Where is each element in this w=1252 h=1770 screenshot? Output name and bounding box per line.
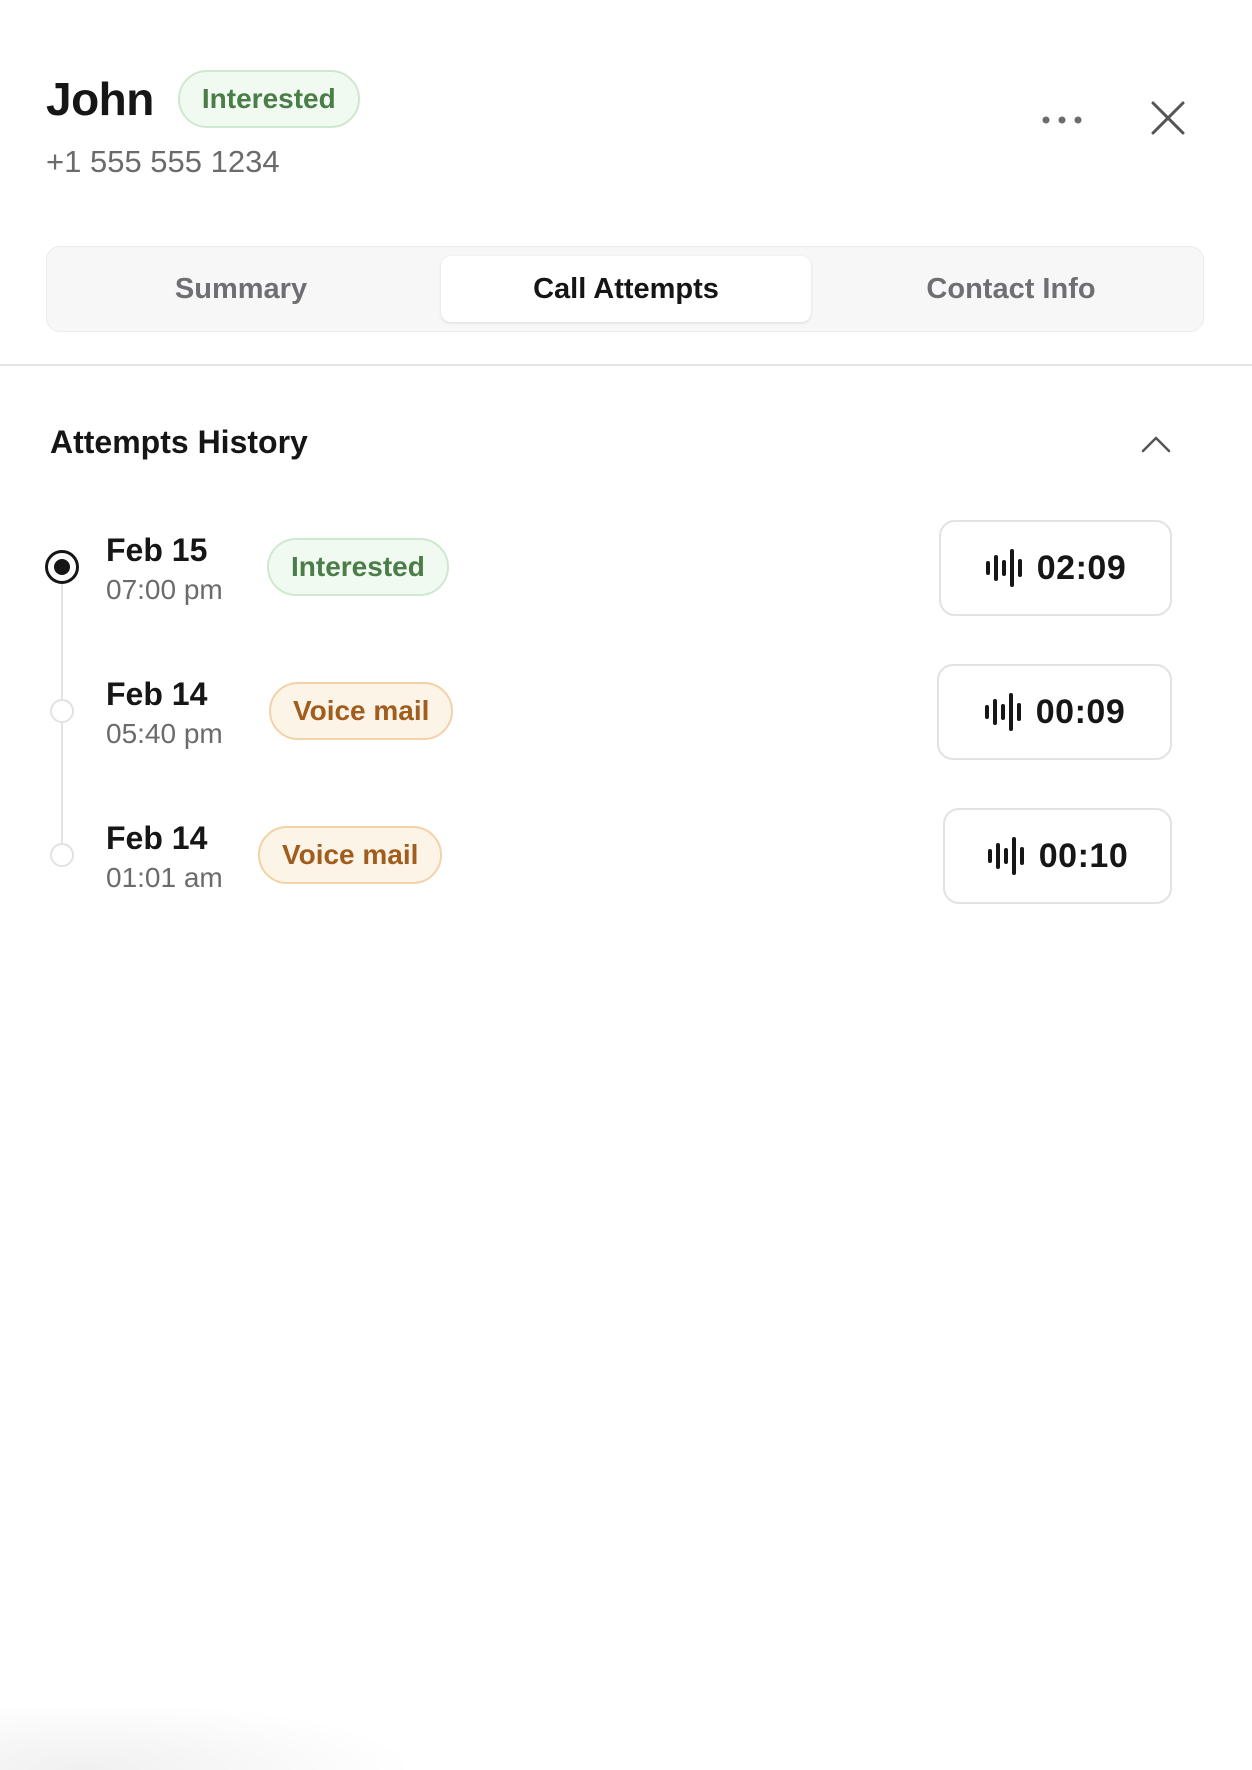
play-recording-button[interactable]: 00:10 bbox=[943, 808, 1172, 904]
attempt-row: Feb 14 05:40 pm Voice mail 00:09 bbox=[0, 664, 1252, 764]
play-recording-button[interactable]: 00:09 bbox=[937, 664, 1172, 760]
attempt-date: Feb 14 bbox=[106, 820, 208, 856]
attempt-status-badge: Voice mail bbox=[258, 826, 443, 884]
bottom-shadow bbox=[0, 1700, 420, 1770]
attempt-date: Feb 15 bbox=[106, 532, 208, 568]
audio-waveform-icon bbox=[984, 693, 1021, 731]
contact-phone: +1 555 555 1234 bbox=[46, 144, 280, 179]
audio-waveform-icon bbox=[985, 549, 1022, 587]
recording-duration: 00:10 bbox=[1038, 836, 1129, 875]
attempt-status-badge: Voice mail bbox=[269, 682, 454, 740]
tab-bar: Summary Call Attempts Contact Info bbox=[46, 246, 1204, 332]
attempt-row: Feb 14 01:01 am Voice mail 00:10 bbox=[0, 808, 1252, 908]
contact-status-badge: Interested bbox=[177, 70, 360, 128]
attempt-date: Feb 14 bbox=[106, 676, 208, 712]
tab-contact-info[interactable]: Contact Info bbox=[821, 247, 1201, 331]
attempt-time: 05:40 pm bbox=[106, 718, 223, 749]
section-title: Attempts History bbox=[50, 424, 308, 460]
tab-call-attempts[interactable]: Call Attempts bbox=[441, 256, 811, 322]
recording-duration: 02:09 bbox=[1036, 548, 1127, 587]
close-icon bbox=[1151, 101, 1185, 135]
name-row: John Interested bbox=[46, 70, 360, 128]
play-recording-button[interactable]: 02:09 bbox=[939, 520, 1172, 616]
attempt-time: 07:00 pm bbox=[106, 574, 223, 605]
audio-waveform-icon bbox=[987, 837, 1024, 875]
chevron-up-icon bbox=[1141, 436, 1171, 453]
contact-name: John bbox=[46, 73, 154, 125]
more-options-button[interactable] bbox=[1030, 98, 1094, 142]
divider bbox=[0, 364, 1252, 366]
tab-summary[interactable]: Summary bbox=[51, 247, 431, 331]
more-horizontal-icon bbox=[1042, 116, 1082, 124]
collapse-button[interactable] bbox=[1136, 424, 1176, 464]
contact-header: John Interested +1 555 555 1234 bbox=[46, 70, 360, 180]
attempt-time: 01:01 am bbox=[106, 862, 223, 893]
attempt-row: Feb 15 07:00 pm Interested 02:09 bbox=[0, 520, 1252, 620]
attempt-status-badge: Interested bbox=[267, 538, 449, 596]
close-button[interactable] bbox=[1142, 92, 1194, 144]
recording-duration: 00:09 bbox=[1035, 692, 1126, 731]
